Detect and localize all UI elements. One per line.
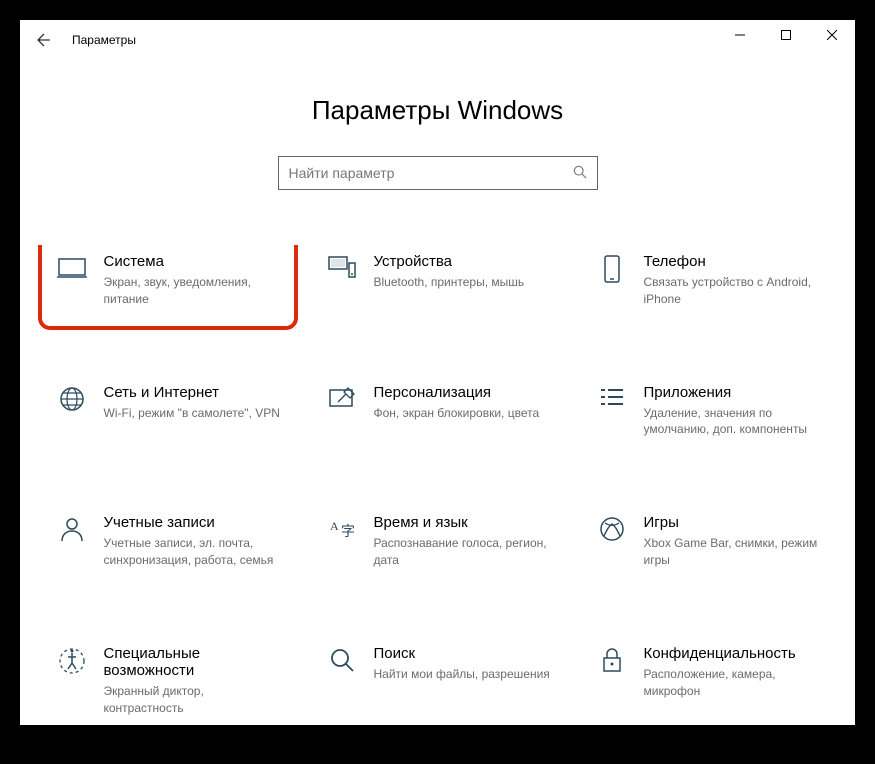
paint-icon [324,386,360,412]
category-time-language[interactable]: A字 Время и язык Распознавание голоса, ре… [318,506,558,577]
tile-desc: Экран, звук, уведомления, питание [104,274,282,308]
tile-desc: Связать устройство с Android, iPhone [644,274,822,308]
magnify-icon [324,647,360,673]
tile-title: Сеть и Интернет [104,384,280,401]
apps-icon [594,386,630,408]
tile-desc: Экранный диктор, контрастность [104,683,282,717]
search-icon [573,165,587,182]
system-icon [54,255,90,279]
svg-text:A: A [330,519,339,533]
tile-desc: Учетные записи, эл. почта, синхронизация… [104,535,282,569]
tile-title: Специальные возможности [104,645,282,679]
close-button[interactable] [809,20,855,50]
tile-title: Персонализация [374,384,540,401]
category-accessibility[interactable]: Специальные возможности Экранный диктор,… [48,637,288,725]
person-icon [54,516,90,542]
window-title: Параметры [72,33,136,47]
tile-title: Устройства [374,253,525,270]
search-box[interactable] [278,156,598,190]
tile-title: Игры [644,514,822,531]
tile-title: Время и язык [374,514,552,531]
window-controls [717,20,855,50]
category-apps[interactable]: Приложения Удаление, значения по умолчан… [588,376,828,447]
category-personalization[interactable]: Персонализация Фон, экран блокировки, цв… [318,376,558,447]
tile-desc: Wi-Fi, режим "в самолете", VPN [104,405,280,422]
maximize-icon [781,30,791,40]
tile-desc: Расположение, камера, микрофон [644,666,822,700]
back-button[interactable] [20,20,68,60]
category-accounts[interactable]: Учетные записи Учетные записи, эл. почта… [48,506,288,577]
page-title: Параметры Windows [312,95,563,126]
accessibility-icon [54,647,90,675]
category-gaming[interactable]: Игры Xbox Game Bar, снимки, режим игры [588,506,828,577]
tile-title: Учетные записи [104,514,282,531]
category-phone[interactable]: Телефон Связать устройство с Android, iP… [588,245,828,316]
tile-desc: Распознавание голоса, регион, дата [374,535,552,569]
tile-title: Телефон [644,253,822,270]
tile-title: Конфиденциальность [644,645,822,662]
titlebar: Параметры [20,20,855,60]
lock-icon [594,647,630,673]
minimize-icon [735,30,745,40]
svg-text:字: 字 [341,523,355,539]
category-privacy[interactable]: Конфиденциальность Расположение, камера,… [588,637,828,725]
language-icon: A字 [324,516,360,540]
maximize-button[interactable] [763,20,809,50]
category-network[interactable]: Сеть и Интернет Wi-Fi, режим "в самолете… [48,376,288,447]
category-system[interactable]: Система Экран, звук, уведомления, питани… [48,245,288,316]
tile-title: Поиск [374,645,550,662]
search-input[interactable] [289,165,573,181]
tile-desc: Bluetooth, принтеры, мышь [374,274,525,291]
tile-desc: Найти мои файлы, разрешения [374,666,550,683]
close-icon [827,30,837,40]
arrow-left-icon [36,32,52,48]
category-devices[interactable]: Устройства Bluetooth, принтеры, мышь [318,245,558,316]
content-area: Параметры Windows Система Экран, звук, у… [20,60,855,764]
settings-window: Параметры Параметры Windows [20,20,855,725]
minimize-button[interactable] [717,20,763,50]
xbox-icon [594,516,630,542]
tile-desc: Xbox Game Bar, снимки, режим игры [644,535,822,569]
category-grid: Система Экран, звук, уведомления, питани… [20,245,855,764]
devices-icon [324,255,360,279]
phone-icon [594,255,630,283]
tile-desc: Фон, экран блокировки, цвета [374,405,540,422]
category-search[interactable]: Поиск Найти мои файлы, разрешения [318,637,558,725]
scroll-area[interactable]: Система Экран, звук, уведомления, питани… [20,245,855,764]
tile-title: Система [104,253,282,270]
tile-desc: Удаление, значения по умолчанию, доп. ко… [644,405,822,439]
globe-icon [54,386,90,412]
tile-title: Приложения [644,384,822,401]
